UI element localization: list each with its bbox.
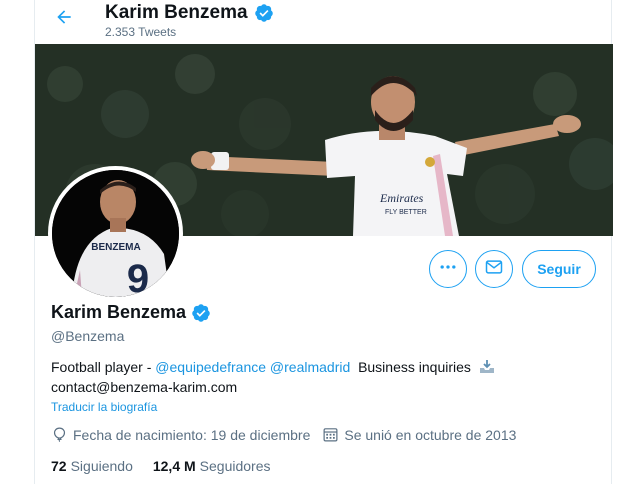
follow-button[interactable]: Seguir bbox=[522, 250, 596, 288]
more-horizontal-icon bbox=[438, 257, 458, 282]
followers-count: 12,4 M bbox=[152, 458, 196, 474]
translate-bio-link[interactable]: Traducir la biografía bbox=[51, 400, 157, 414]
profile-meta: Fecha de nacimiento: 19 de diciembre Se … bbox=[51, 426, 528, 443]
following-count: 72 bbox=[51, 458, 67, 474]
profile-stats: 72 Siguiendo 12,4 M Seguidores bbox=[51, 458, 291, 474]
tweets-count: 2.353 Tweets bbox=[105, 25, 177, 39]
following-label: Siguiendo bbox=[70, 458, 133, 474]
mention-link-realmadrid[interactable]: @realmadrid bbox=[270, 359, 350, 375]
bio-prefix: Football player - bbox=[51, 359, 156, 375]
header-name: Karim Benzema bbox=[105, 2, 248, 23]
profile-name: Karim Benzema bbox=[51, 302, 211, 323]
header-title: Karim Benzema bbox=[105, 2, 274, 24]
bio-suffix: Business inquiries bbox=[358, 359, 471, 375]
more-button[interactable] bbox=[429, 250, 467, 288]
followers-link[interactable]: 12,4 M Seguidores bbox=[153, 458, 271, 474]
avatar-jersey-name: BENZEMA bbox=[91, 242, 140, 253]
profile-column: Karim Benzema 2.353 Tweets Emirates FLY … bbox=[34, 0, 613, 484]
followers-label: Seguidores bbox=[199, 458, 271, 474]
profile-bio: Football player - @equipedefrance @realm… bbox=[51, 357, 591, 397]
birthdate-text: Fecha de nacimiento: 19 de diciembre bbox=[73, 426, 311, 443]
inbox-tray-icon bbox=[478, 359, 496, 375]
envelope-icon bbox=[484, 257, 504, 282]
profile-handle: @Benzema bbox=[51, 328, 125, 344]
balloon-icon bbox=[51, 426, 68, 443]
joined-text: Se unió en octubre de 2013 bbox=[344, 426, 517, 443]
avatar-jersey-number: 9 bbox=[127, 257, 149, 297]
bio-email: contact@benzema-karim.com bbox=[51, 379, 238, 395]
message-button[interactable] bbox=[475, 250, 513, 288]
birthdate-item: Fecha de nacimiento: 19 de diciembre bbox=[51, 426, 310, 443]
joined-item: Se unió en octubre de 2013 bbox=[322, 426, 516, 443]
calendar-icon bbox=[322, 426, 339, 443]
following-link[interactable]: 72 Siguiendo bbox=[51, 458, 133, 474]
avatar[interactable]: BENZEMA 9 bbox=[48, 166, 183, 301]
verified-badge-icon bbox=[191, 303, 211, 323]
mention-link-equipedefrance[interactable]: @equipedefrance bbox=[155, 359, 266, 375]
profile-header: Karim Benzema 2.353 Tweets bbox=[35, 0, 613, 44]
banner-jersey-text: Emirates bbox=[379, 191, 424, 205]
arrow-left-icon bbox=[54, 7, 74, 32]
verified-badge-icon bbox=[254, 3, 274, 23]
back-button[interactable] bbox=[49, 4, 79, 34]
profile-display-name: Karim Benzema bbox=[51, 302, 187, 322]
svg-text:FLY BETTER: FLY BETTER bbox=[385, 209, 427, 216]
